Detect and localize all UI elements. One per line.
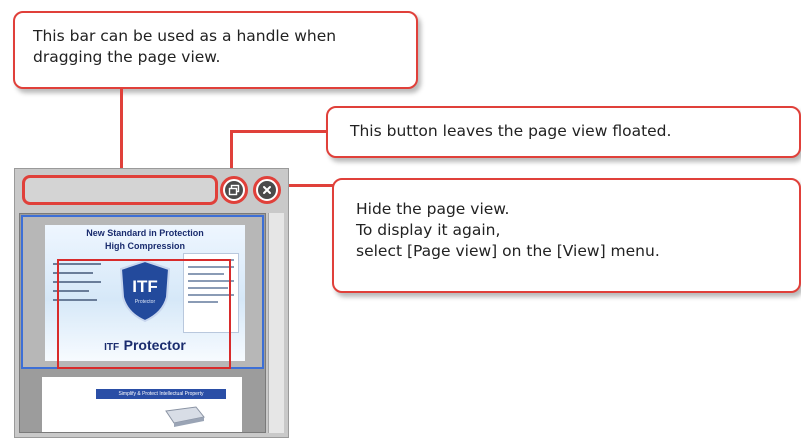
close-button[interactable]: [253, 176, 281, 204]
handle-callout: This bar can be used as a handle when dr…: [13, 11, 418, 89]
float-connector-horizontal: [230, 130, 327, 133]
float-callout: This button leaves the page view floated…: [326, 106, 801, 158]
close-x-icon: [258, 181, 276, 199]
handle-connector-vertical: [120, 89, 123, 175]
page-thumbnail-2[interactable]: Simplify & Protect Intellectual Property: [42, 377, 242, 432]
page-1-subheadline: High Compression: [104, 241, 185, 251]
hide-callout-line-2: To display it again,: [356, 221, 501, 239]
page-1-headline: New Standard in Protection: [86, 228, 204, 238]
float-button[interactable]: [220, 176, 248, 204]
hide-callout: Hide the page view. To display it again,…: [332, 178, 801, 293]
page-2-banner: Simplify & Protect Intellectual Property: [96, 389, 226, 399]
hide-connector-horizontal: [282, 184, 334, 187]
page-thumbnail-1[interactable]: New Standard in Protection High Compress…: [21, 215, 264, 369]
restore-windows-icon: [225, 181, 243, 199]
page-thumbnails[interactable]: New Standard in Protection High Compress…: [19, 213, 266, 433]
drag-handle-bar[interactable]: [22, 175, 218, 205]
device-icon: [165, 406, 205, 427]
visible-area-indicator[interactable]: [57, 259, 231, 369]
page-2-banner-text: Simplify & Protect Intellectual Property: [118, 391, 204, 397]
page-view-panel: New Standard in Protection High Compress…: [14, 168, 289, 438]
hide-callout-line-3: select [Page view] on the [View] menu.: [356, 242, 660, 260]
handle-callout-text: This bar can be used as a handle when dr…: [33, 27, 337, 66]
hide-callout-line-1: Hide the page view.: [356, 200, 510, 218]
float-callout-text: This button leaves the page view floated…: [350, 122, 672, 140]
thumbnail-scrollbar[interactable]: [268, 213, 284, 433]
